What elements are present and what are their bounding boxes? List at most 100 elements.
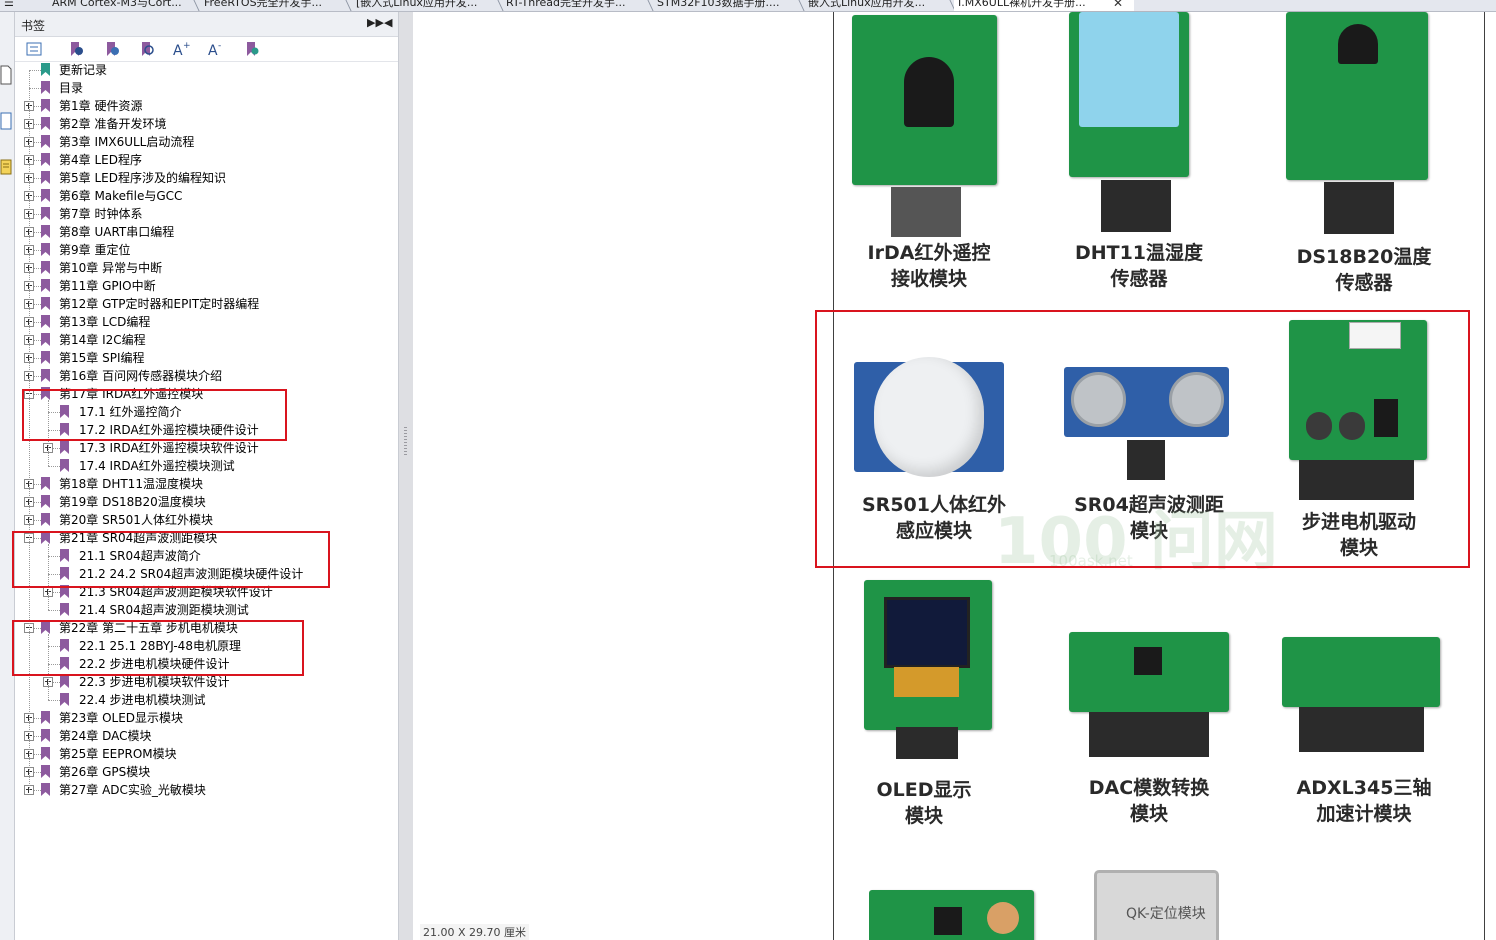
bookmark-add-icon[interactable] (67, 40, 85, 58)
bookmark-icon (41, 261, 50, 274)
page-size-label: 21.00 X 29.70 厘米 (420, 924, 530, 940)
module-caption: DS18B20温度 传感器 (1279, 244, 1449, 296)
bookmark-add-child-icon[interactable] (103, 40, 121, 58)
bookmark-item[interactable]: 第27章 ADC实验_光敏模块 (15, 781, 398, 799)
module-dht11: DHT11温湿度 传感器 (1069, 12, 1229, 302)
bookmark-item[interactable]: 17.4 IRDA红外遥控模块测试 (15, 457, 398, 475)
side-toolbar (0, 12, 15, 940)
panel-close-icon[interactable]: ◀ (384, 17, 392, 29)
bookmark-item[interactable]: 更新记录 (15, 61, 398, 79)
highlight-box-modules (815, 310, 1470, 568)
bookmark-item[interactable]: 第10章 异常与中断 (15, 259, 398, 277)
bookmark-item[interactable]: 第2章 准备开发环境 (15, 115, 398, 133)
tab-3[interactable]: RT-Thread完全开发手... (502, 0, 651, 11)
panel-collapse-icon[interactable]: ▶▶ (367, 17, 384, 29)
tab-label: [嵌入式Linux应用开发... (356, 0, 478, 9)
bookmark-item[interactable]: 第9章 重定位 (15, 241, 398, 259)
font-increase-icon[interactable]: A + (172, 40, 190, 58)
bookmark-icon (41, 351, 50, 364)
bookmark-icon (60, 459, 69, 472)
bookmark-item[interactable]: 第16章 百问网传感器模块介绍 (15, 367, 398, 385)
tab-2[interactable]: [嵌入式Linux应用开发... (352, 0, 501, 11)
bookmark-item[interactable]: 第1章 硬件资源 (15, 97, 398, 115)
svg-text:+: + (183, 41, 190, 51)
expand-all-icon[interactable] (25, 40, 43, 58)
bookmark-item[interactable]: 第13章 LCD编程 (15, 313, 398, 331)
photoresistor (987, 902, 1019, 934)
module-oled: OLED显示 模块 (854, 577, 1024, 827)
bookmark-icon (41, 513, 50, 526)
tab-6-active[interactable]: I.MX6ULL裸机开发手册... (954, 0, 1134, 11)
bookmark-label: 第20章 SR501人体红外模块 (59, 513, 213, 527)
splitter-grip[interactable] (404, 427, 407, 457)
caption-line1: DHT11温湿度 (1074, 242, 1204, 264)
bookmark-item[interactable]: 第25章 EEPROM模块 (15, 745, 398, 763)
pin-header (896, 727, 958, 759)
bookmark-label: 17.3 IRDA红外遥控模块软件设计 (79, 441, 259, 455)
bookmark-label: 第12章 GTP定时器和EPIT定时器编程 (59, 297, 260, 311)
bookmark-label: 22.4 步进电机模块测试 (79, 693, 206, 707)
bookmark-icon (41, 81, 50, 94)
highlight-box-ch17 (22, 389, 287, 441)
bookmark-icon (41, 765, 50, 778)
caption-line2: 传感器 (1335, 272, 1393, 294)
bookmark-icon (60, 693, 69, 706)
tab-label: ARM Cortex-M3与Cort... (52, 0, 182, 9)
bookmark-item[interactable]: 22.4 步进电机模块测试 (15, 691, 398, 709)
bookmark-search-icon[interactable] (138, 40, 156, 58)
tab-1[interactable]: FreeRTOS完全开发手... (200, 0, 349, 11)
bookmark-item[interactable]: 第5章 LED程序涉及的编程知识 (15, 169, 398, 187)
panel-splitter[interactable] (399, 12, 413, 940)
bookmark-item[interactable]: 17.3 IRDA红外遥控模块软件设计 (15, 439, 398, 457)
highlight-box-ch21 (12, 531, 330, 588)
tab-0[interactable]: ARM Cortex-M3与Cort... (48, 0, 197, 11)
bookmark-label: 目录 (59, 81, 84, 95)
module-light-sensor (869, 887, 1039, 940)
bookmark-item[interactable]: 21.4 SR04超声波测距模块测试 (15, 601, 398, 619)
bookmark-item[interactable]: 第4章 LED程序 (15, 151, 398, 169)
bookmark-item[interactable]: 第18章 DHT11温湿度模块 (15, 475, 398, 493)
bookmark-item[interactable]: 目录 (15, 79, 398, 97)
bookmark-item[interactable]: 第26章 GPS模块 (15, 763, 398, 781)
bookmark-goto-icon[interactable] (243, 40, 261, 58)
bookmark-panel-header: 书签 ▶▶ ◀ (15, 12, 398, 37)
svg-text:-: - (218, 41, 221, 51)
bookmark-item[interactable]: 第23章 OLED显示模块 (15, 709, 398, 727)
page-thumbnail-icon[interactable] (0, 64, 12, 86)
tab-4[interactable]: STM32F103数据手册.... (653, 0, 802, 11)
annotation-icon[interactable] (0, 157, 12, 179)
gps-label: QK-定位模块 (1126, 906, 1206, 922)
font-decrease-icon[interactable]: A - (207, 40, 225, 58)
bookmark-icon (41, 477, 50, 490)
bookmark-item[interactable]: 第24章 DAC模块 (15, 727, 398, 745)
bookmark-item[interactable]: 第11章 GPIO中断 (15, 277, 398, 295)
module-irda: IrDA红外遥控 接收模块 (849, 12, 1009, 302)
bookmark-label: 第26章 GPS模块 (59, 765, 151, 779)
tab-label: I.MX6ULL裸机开发手册... (958, 0, 1086, 9)
caption-line2: 传感器 (1110, 268, 1168, 290)
bookmark-icon (41, 117, 50, 130)
page-icon[interactable] (0, 110, 12, 132)
bookmark-label: 第1章 硬件资源 (59, 99, 143, 113)
bookmark-item[interactable]: 第3章 IMX6ULL启动流程 (15, 133, 398, 151)
bookmark-label: 第25章 EEPROM模块 (59, 747, 177, 761)
bookmark-item[interactable]: 第14章 I2C编程 (15, 331, 398, 349)
bookmark-label: 21.4 SR04超声波测距模块测试 (79, 603, 249, 617)
pin-header (1089, 712, 1209, 757)
caption-line1: DS18B20温度 (1296, 246, 1432, 268)
caption-line2: 模块 (904, 805, 943, 827)
tab-label: RT-Thread完全开发手... (506, 0, 626, 9)
highlight-box-ch22 (12, 620, 304, 676)
bookmark-item[interactable]: 第12章 GTP定时器和EPIT定时器编程 (15, 295, 398, 313)
bookmark-item[interactable]: 第7章 时钟体系 (15, 205, 398, 223)
bookmark-item[interactable]: 第20章 SR501人体红外模块 (15, 511, 398, 529)
bookmark-item[interactable]: 第19章 DS18B20温度模块 (15, 493, 398, 511)
caption-line2: 接收模块 (890, 268, 967, 290)
bookmark-item[interactable]: 第6章 Makefile与GCC (15, 187, 398, 205)
tab-5[interactable]: 嵌入式Linux应用开发... (804, 0, 953, 11)
app-menu-icon[interactable]: ☰ (0, 0, 18, 11)
bookmark-label: 第5章 LED程序涉及的编程知识 (59, 171, 226, 185)
bookmark-item[interactable]: 第15章 SPI编程 (15, 349, 398, 367)
bookmark-item[interactable]: 第8章 UART串口编程 (15, 223, 398, 241)
tab-close-icon[interactable]: ✕ (1113, 0, 1123, 11)
